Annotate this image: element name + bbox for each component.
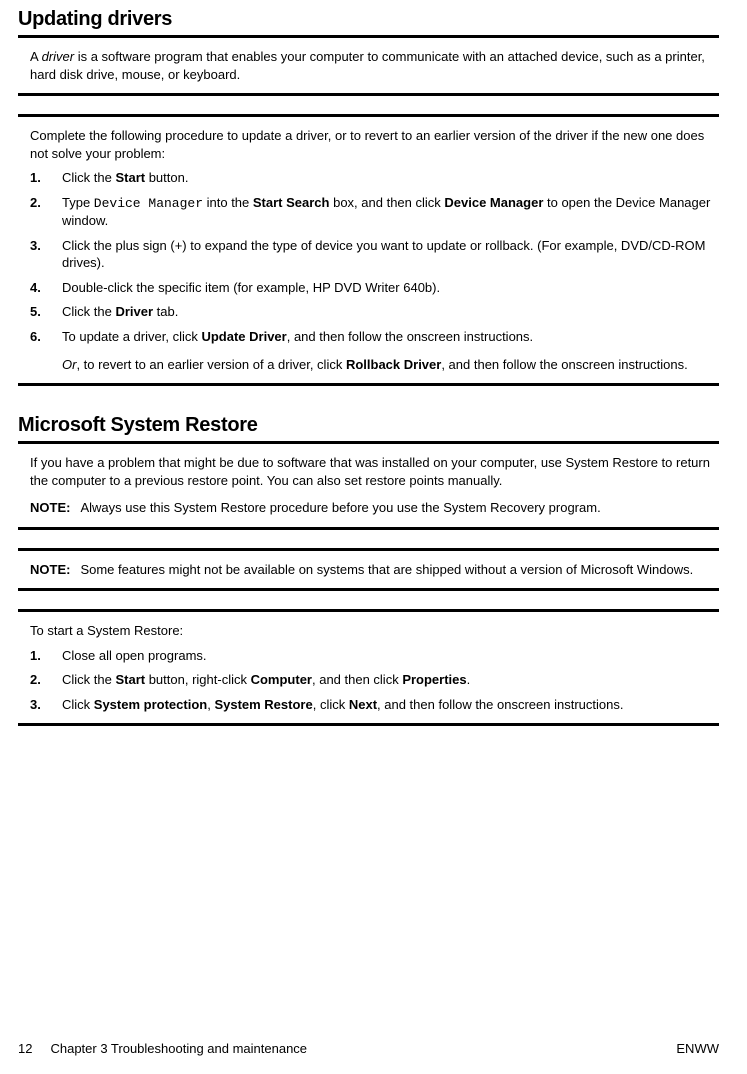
note-block: NOTE: Always use this System Restore proc… [30, 499, 719, 517]
step-number: 1. [30, 647, 56, 665]
step-item: 3. Click System protection, System Resto… [30, 696, 719, 714]
page-number: 12 [18, 1041, 32, 1056]
chapter-label: Chapter 3 Troubleshooting and maintenanc… [50, 1041, 307, 1056]
divider [18, 114, 719, 117]
divider [18, 548, 719, 551]
divider [18, 723, 719, 726]
step-item: 6. To update a driver, click Update Driv… [30, 328, 719, 373]
step-number: 3. [30, 696, 56, 714]
note-text: Some features might not be available on … [80, 562, 693, 577]
note-text: Always use this System Restore procedure… [80, 500, 600, 515]
section-heading-updating-drivers: Updating drivers [18, 8, 719, 31]
step-body: To update a driver, click Update Driver,… [62, 328, 719, 373]
steps-list: 1. Close all open programs. 2. Click the… [30, 647, 719, 714]
step-number: 4. [30, 279, 56, 297]
step-body: Click the Start button, right-click Comp… [62, 671, 719, 689]
step-body: Click the plus sign (+) to expand the ty… [62, 237, 719, 272]
step-item: 1. Close all open programs. [30, 647, 719, 665]
lead-paragraph: To start a System Restore: [30, 622, 719, 640]
step-number: 3. [30, 237, 56, 255]
note-label: NOTE: [30, 562, 70, 577]
step-number: 5. [30, 303, 56, 321]
step-body: Close all open programs. [62, 647, 719, 665]
footer-right: ENWW [676, 1041, 719, 1056]
step-body: Type Device Manager into the Start Searc… [62, 194, 719, 230]
note-block: NOTE: Some features might not be availabl… [30, 561, 719, 579]
step-body: Click System protection, System Restore,… [62, 696, 719, 714]
divider [18, 441, 719, 444]
section-heading-system-restore: Microsoft System Restore [18, 414, 719, 437]
step-number: 6. [30, 328, 56, 346]
step-item: 4. Double-click the specific item (for e… [30, 279, 719, 297]
intro-paragraph: A driver is a software program that enab… [30, 48, 719, 83]
note-label: NOTE: [30, 500, 70, 515]
lead-paragraph: Complete the following procedure to upda… [30, 127, 719, 162]
step-item: 3. Click the plus sign (+) to expand the… [30, 237, 719, 272]
step-body: Double-click the specific item (for exam… [62, 279, 719, 297]
page-footer: 12 Chapter 3 Troubleshooting and mainten… [18, 1041, 719, 1056]
step-number: 1. [30, 169, 56, 187]
step-item: 1. Click the Start button. [30, 169, 719, 187]
divider [18, 609, 719, 612]
step-item: 5. Click the Driver tab. [30, 303, 719, 321]
step-body: Click the Start button. [62, 169, 719, 187]
step-item: 2. Click the Start button, right-click C… [30, 671, 719, 689]
step-number: 2. [30, 194, 56, 212]
divider [18, 35, 719, 38]
steps-list: 1. Click the Start button. 2. Type Devic… [30, 169, 719, 373]
step-number: 2. [30, 671, 56, 689]
step-item: 2. Type Device Manager into the Start Se… [30, 194, 719, 230]
step-body: Click the Driver tab. [62, 303, 719, 321]
intro-paragraph: If you have a problem that might be due … [30, 454, 719, 489]
